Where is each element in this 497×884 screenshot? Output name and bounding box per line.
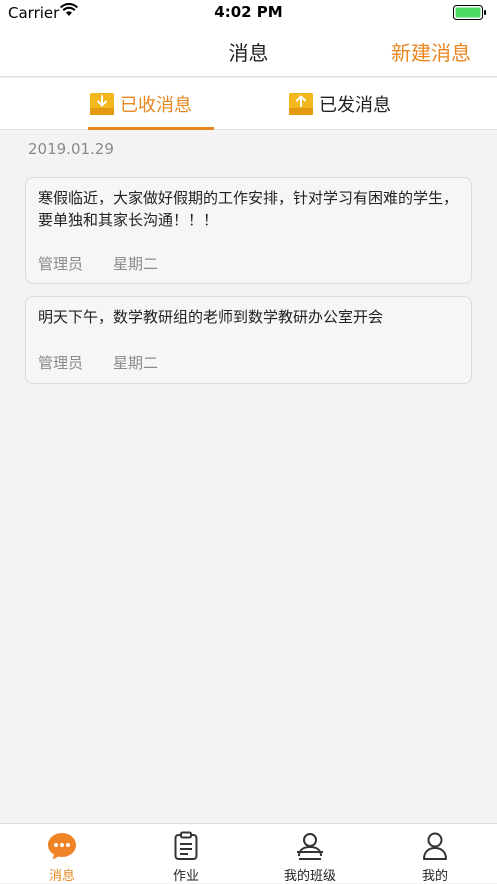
message-text: 寒假临近，大家做好假期的工作安排，针对学习有困难的学生，要单独和其家长沟通！！！ [38,189,459,229]
message-card[interactable]: 寒假临近，大家做好假期的工作安排，针对学习有困难的学生，要单独和其家长沟通！！！… [25,177,472,284]
class-person-icon [297,833,323,860]
message-card[interactable]: 明天下午，数学教研组的老师到数学教研办公室开会 管理员 星期二 [25,296,472,384]
message-text: 明天下午，数学教研组的老师到数学教研办公室开会 [38,308,384,326]
tabbar-item-my-class[interactable]: 我的班级 [248,824,372,884]
date-group-label: 2019.01.29 [28,140,114,158]
tabbar-label: 我的 [421,869,448,884]
active-tab-indicator [88,127,214,130]
clock-time: 4:02 PM [214,3,283,21]
tabbar-label: 消息 [48,869,75,884]
chat-bubble-icon [48,833,76,860]
navigation-bar: 消息 新建消息 [0,26,497,77]
profile-icon [423,832,447,860]
tab-received-messages[interactable]: 已收消息 [90,78,214,130]
new-message-button[interactable]: 新建消息 [391,37,471,66]
bottom-tab-bar: 消息 作业 我的班级 我的 [0,823,497,884]
tabbar-item-me[interactable]: 我的 [373,824,497,884]
tabbar-item-homework[interactable]: 作业 [124,824,248,884]
inbox-download-icon [90,93,114,115]
tabbar-label: 作业 [172,869,199,884]
tabbar-label: 我的班级 [283,869,336,884]
status-bar: Carrier 4:02 PM [0,0,497,26]
outbox-upload-icon [289,93,313,115]
message-sender: 管理员 [38,354,84,372]
message-day: 星期二 [113,255,159,273]
tabbar-item-messages[interactable]: 消息 [0,824,124,884]
battery-icon [453,5,486,20]
tab-sent-messages[interactable]: 已发消息 [289,78,413,130]
tab-sent-label: 已发消息 [319,95,391,116]
clipboard-icon [174,831,198,860]
message-day: 星期二 [113,354,159,372]
tab-received-label: 已收消息 [120,95,192,116]
message-sender: 管理员 [38,255,84,273]
message-tabs: 已收消息 已发消息 [0,78,497,130]
